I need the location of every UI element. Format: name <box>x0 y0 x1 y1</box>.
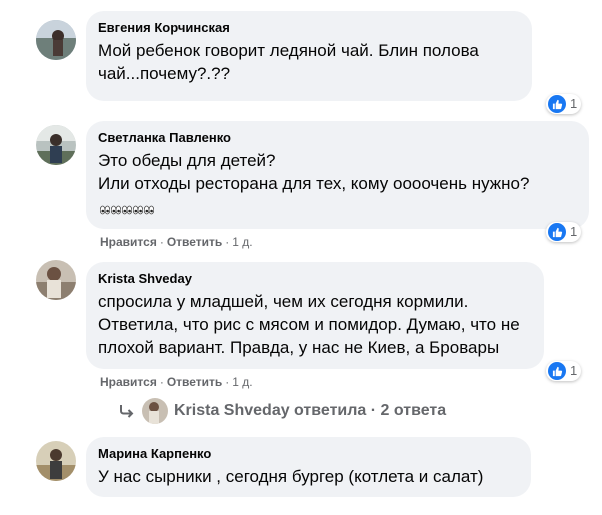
thumbs-up-icon <box>548 95 566 113</box>
reply-link[interactable]: Ответить <box>167 235 222 249</box>
eyes-emoji-icon <box>122 205 132 215</box>
avatar[interactable] <box>36 441 76 481</box>
comment-text-line: У нас сырники , сегодня бургер (котлета … <box>98 467 484 486</box>
avatar[interactable] <box>36 260 76 300</box>
reaction-count[interactable]: 1 <box>546 222 582 242</box>
separator-dot: · <box>159 235 164 249</box>
avatar[interactable] <box>36 20 76 60</box>
comment-author[interactable]: Krista Shveday <box>98 270 532 287</box>
separator-dot: · <box>159 375 164 389</box>
comment-text-line: спросила у младшей, чем их сегодня корми… <box>98 292 469 311</box>
avatar[interactable] <box>36 125 76 165</box>
eyes-emoji-icon <box>144 205 154 215</box>
replies-summary[interactable]: Krista Shveday ответила · 2 ответа <box>174 402 446 420</box>
reply-arrow-icon <box>120 405 134 418</box>
timestamp[interactable]: 1 д. <box>232 235 252 249</box>
eyes-emoji-icon <box>100 205 110 215</box>
eyes-emoji-icon <box>111 205 121 215</box>
comment-text-line: Мой ребенок говорит ледяной чай. Блин по… <box>98 41 479 60</box>
timestamp[interactable]: 1 д. <box>232 375 252 389</box>
separator-dot: · <box>225 375 230 389</box>
comment-bubble: Евгения Корчинская Мой ребенок говорит л… <box>86 11 532 101</box>
comment-author[interactable]: Марина Карпенко <box>98 445 519 462</box>
thumbs-up-icon <box>548 362 566 380</box>
comment-actions: Нравится · Ответить · 1 д. <box>100 374 253 390</box>
reaction-count[interactable]: 1 <box>546 361 582 381</box>
reply-avatar <box>142 398 168 424</box>
comment-text-line: Это обеды для детей? <box>98 151 276 170</box>
reaction-count-value: 1 <box>570 96 578 111</box>
comment-text-line: чай...почему?.?? <box>98 64 231 83</box>
comment-text-line: Ответила, что рис с мясом и помидор. Дум… <box>98 315 520 334</box>
like-link[interactable]: Нравится <box>100 375 157 389</box>
thumbs-up-icon <box>548 223 566 241</box>
comment-text-line: плохой вариант. Правда, у нас не Киев, а… <box>98 338 500 357</box>
eyes-emoji-icon <box>133 205 143 215</box>
separator-dot: · <box>225 235 230 249</box>
comment-bubble: Марина Карпенко У нас сырники , сегодня … <box>86 437 531 497</box>
reaction-count[interactable]: 1 <box>546 94 582 114</box>
reaction-count-value: 1 <box>570 224 578 239</box>
view-replies-link[interactable]: Krista Shveday ответила · 2 ответа <box>118 398 446 424</box>
reply-link[interactable]: Ответить <box>167 375 222 389</box>
like-link[interactable]: Нравится <box>100 235 157 249</box>
emoji-row: 👀👀👀👀👀 <box>98 197 577 219</box>
reaction-count-value: 1 <box>570 363 578 378</box>
eyes-emoji-group <box>100 201 155 219</box>
comment-author[interactable]: Евгения Корчинская <box>98 19 520 36</box>
comment-author[interactable]: Светланка Павленко <box>98 129 577 146</box>
comment-actions: Нравится · Ответить · 1 д. <box>100 234 253 250</box>
comment-bubble: Светланка Павленко Это обеды для детей? … <box>86 121 589 229</box>
comment-text-line: Или отходы ресторана для тех, кому ооооч… <box>98 174 530 193</box>
comment-bubble: Krista Shveday спросила у младшей, чем и… <box>86 262 544 369</box>
